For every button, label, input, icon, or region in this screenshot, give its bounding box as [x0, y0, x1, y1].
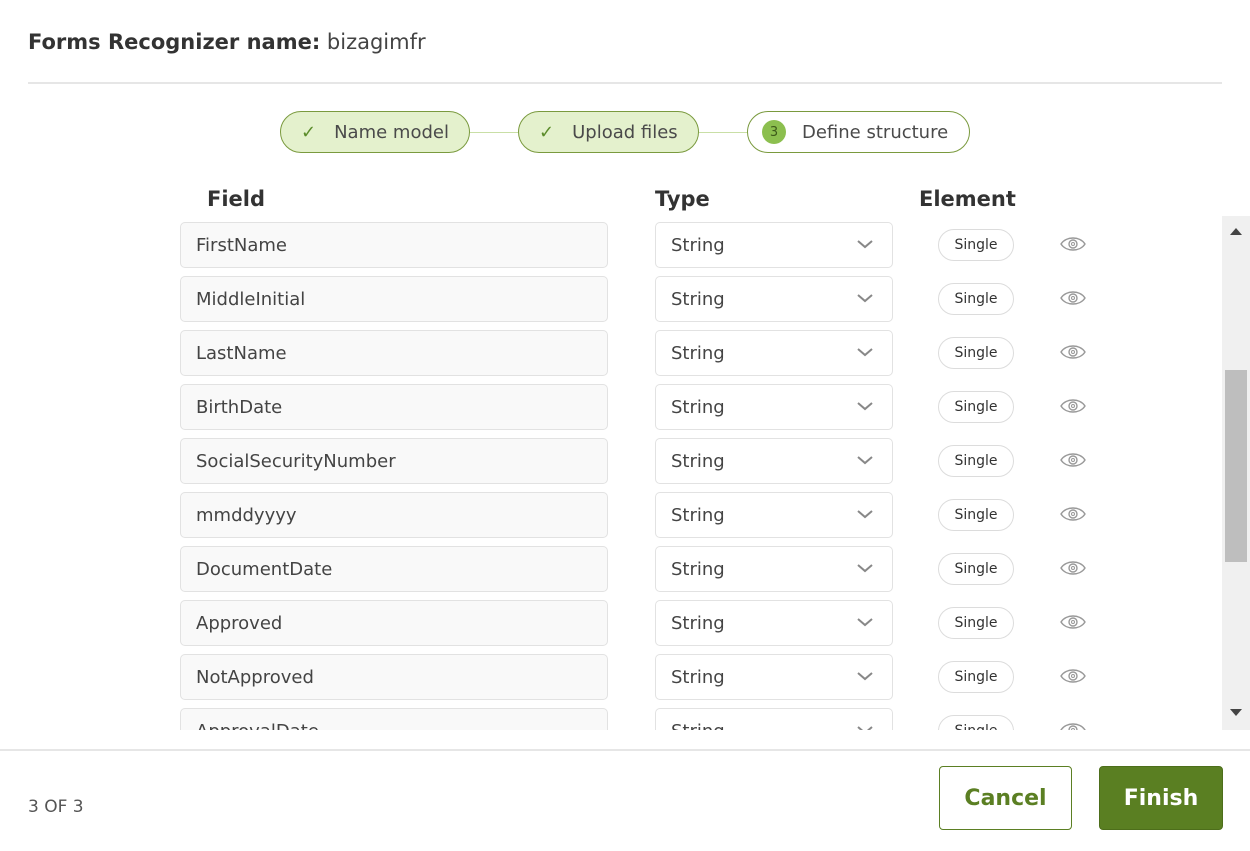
field-row: Approved String Single [0, 594, 1220, 646]
chevron-down-icon [857, 402, 873, 411]
step-name-model[interactable]: ✓ Name model [280, 111, 470, 153]
chevron-down-icon [857, 672, 873, 681]
scroll-down-arrow-icon[interactable] [1230, 709, 1242, 716]
header-divider [28, 82, 1222, 84]
eye-icon[interactable] [1060, 505, 1086, 523]
scroll-up-arrow-icon[interactable] [1230, 228, 1242, 235]
field-name-input[interactable]: Approved [180, 600, 608, 646]
column-header-type: Type [655, 187, 710, 211]
step-upload-files[interactable]: ✓ Upload files [518, 111, 699, 153]
type-dropdown-value: String [671, 342, 725, 364]
type-dropdown[interactable]: String [655, 708, 893, 730]
type-dropdown-value: String [671, 288, 725, 310]
column-header-element: Element [919, 187, 1016, 211]
title-label: Forms Recognizer name: [28, 30, 321, 54]
page-title: Forms Recognizer name: bizagimfr [28, 30, 426, 54]
scrollbar[interactable] [1222, 216, 1250, 730]
eye-icon[interactable] [1060, 343, 1086, 361]
eye-icon[interactable] [1060, 721, 1086, 730]
step-label: Upload files [572, 121, 678, 143]
eye-icon[interactable] [1060, 667, 1086, 685]
field-name-input[interactable]: SocialSecurityNumber [180, 438, 608, 484]
type-dropdown-value: String [671, 721, 725, 731]
type-dropdown-value: String [671, 612, 725, 634]
field-name-input[interactable]: FirstName [180, 222, 608, 268]
eye-icon[interactable] [1060, 235, 1086, 253]
title-value: bizagimfr [326, 30, 426, 54]
field-name-input[interactable]: ApprovalDate [180, 708, 608, 730]
chevron-down-icon [857, 618, 873, 627]
footer-divider [0, 749, 1250, 751]
type-dropdown-value: String [671, 504, 725, 526]
type-dropdown-value: String [671, 666, 725, 688]
type-dropdown[interactable]: String [655, 546, 893, 592]
element-type-pill[interactable]: Single [938, 229, 1014, 261]
field-name-input[interactable]: LastName [180, 330, 608, 376]
element-type-pill[interactable]: Single [938, 499, 1014, 531]
wizard-stepper: ✓ Name model ✓ Upload files 3 Define str… [0, 111, 1250, 155]
field-row: mmddyyyy String Single [0, 486, 1220, 538]
eye-icon[interactable] [1060, 289, 1086, 307]
type-dropdown[interactable]: String [655, 438, 893, 484]
field-name-input[interactable]: BirthDate [180, 384, 608, 430]
cancel-button[interactable]: Cancel [939, 766, 1072, 830]
type-dropdown-value: String [671, 396, 725, 418]
chevron-down-icon [857, 456, 873, 465]
page-indicator: 3 OF 3 [28, 797, 84, 817]
field-name-input[interactable]: MiddleInitial [180, 276, 608, 322]
finish-button[interactable]: Finish [1099, 766, 1223, 830]
step-define-structure[interactable]: 3 Define structure [747, 111, 970, 153]
element-type-pill[interactable]: Single [938, 607, 1014, 639]
field-row: MiddleInitial String Single [0, 270, 1220, 322]
field-row: SocialSecurityNumber String Single [0, 432, 1220, 484]
type-dropdown[interactable]: String [655, 600, 893, 646]
field-name-input[interactable]: mmddyyyy [180, 492, 608, 538]
step-connector [470, 132, 518, 133]
field-row: FirstName String Single [0, 216, 1220, 268]
eye-icon[interactable] [1060, 559, 1086, 577]
step-label: Name model [334, 121, 449, 143]
chevron-down-icon [857, 294, 873, 303]
eye-icon[interactable] [1060, 397, 1086, 415]
type-dropdown[interactable]: String [655, 654, 893, 700]
type-dropdown-value: String [671, 450, 725, 472]
field-row: NotApproved String Single [0, 648, 1220, 700]
field-row: BirthDate String Single [0, 378, 1220, 430]
eye-icon[interactable] [1060, 613, 1086, 631]
chevron-down-icon [857, 510, 873, 519]
check-icon: ✓ [301, 121, 317, 143]
chevron-down-icon [857, 726, 873, 730]
element-type-pill[interactable]: Single [938, 661, 1014, 693]
field-name-input[interactable]: DocumentDate [180, 546, 608, 592]
chevron-down-icon [857, 348, 873, 357]
type-dropdown[interactable]: String [655, 276, 893, 322]
column-header-field: Field [207, 187, 266, 211]
type-dropdown[interactable]: String [655, 330, 893, 376]
element-type-pill[interactable]: Single [938, 391, 1014, 423]
element-type-pill[interactable]: Single [938, 337, 1014, 369]
element-type-pill[interactable]: Single [938, 283, 1014, 315]
type-dropdown-value: String [671, 234, 725, 256]
chevron-down-icon [857, 564, 873, 573]
chevron-down-icon [857, 240, 873, 249]
field-list: FirstName String Single MiddleInitial String… [0, 216, 1250, 730]
field-name-input[interactable]: NotApproved [180, 654, 608, 700]
element-type-pill[interactable]: Single [938, 445, 1014, 477]
type-dropdown[interactable]: String [655, 222, 893, 268]
eye-icon[interactable] [1060, 451, 1086, 469]
field-row: ApprovalDate String Single [0, 702, 1220, 730]
type-dropdown-value: String [671, 558, 725, 580]
step-label: Define structure [802, 121, 949, 143]
step-number-badge: 3 [762, 120, 786, 144]
scrollbar-thumb[interactable] [1225, 370, 1247, 562]
element-type-pill[interactable]: Single [938, 553, 1014, 585]
field-row: DocumentDate String Single [0, 540, 1220, 592]
element-type-pill[interactable]: Single [938, 715, 1014, 730]
step-connector [699, 132, 747, 133]
check-icon: ✓ [539, 121, 555, 143]
type-dropdown[interactable]: String [655, 384, 893, 430]
type-dropdown[interactable]: String [655, 492, 893, 538]
field-row: LastName String Single [0, 324, 1220, 376]
